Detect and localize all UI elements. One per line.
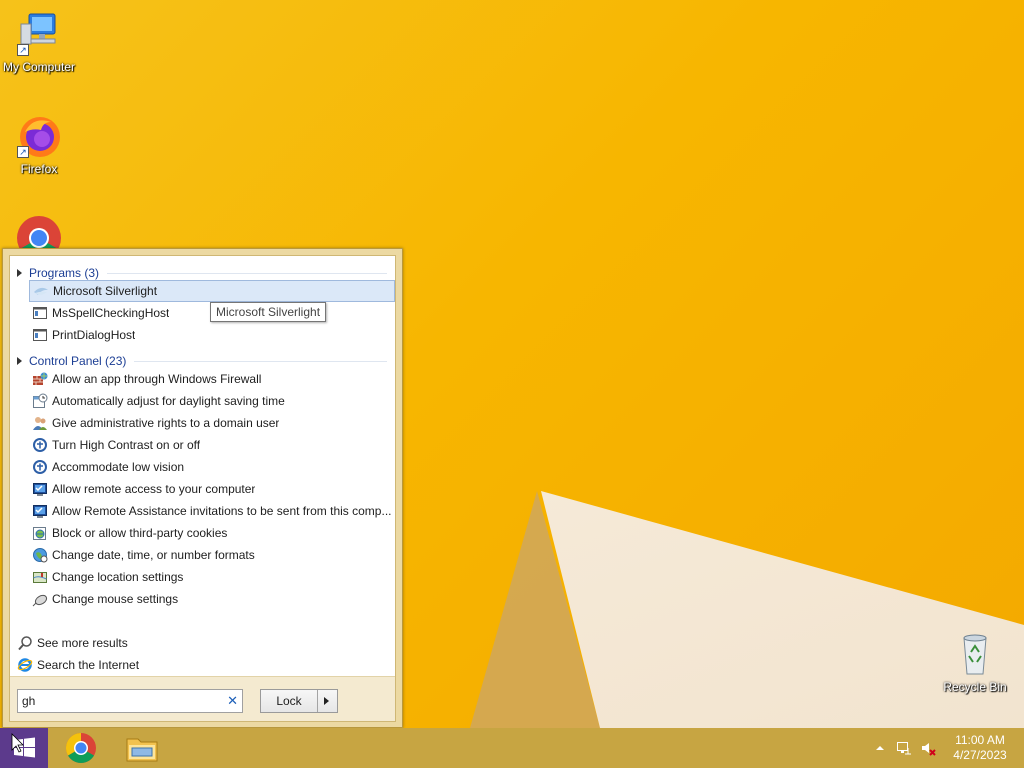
magnifier-icon xyxy=(17,635,33,651)
control-panel-item-admin-rights[interactable]: Give administrative rights to a domain u… xyxy=(29,412,395,434)
system-shield-icon xyxy=(32,503,48,519)
file-explorer-icon xyxy=(126,738,158,762)
silverlight-icon xyxy=(33,283,49,299)
ease-of-access-icon xyxy=(32,437,48,453)
control-panel-item-location-settings[interactable]: Change location settings xyxy=(29,566,395,588)
region-icon xyxy=(32,547,48,563)
internet-explorer-icon xyxy=(17,657,33,673)
control-panel-item-label: Change location settings xyxy=(52,570,184,584)
users-icon xyxy=(32,415,48,431)
control-panel-item-firewall[interactable]: Allow an app through Windows Firewall xyxy=(29,368,395,390)
location-icon xyxy=(32,569,48,585)
clock-time: 11:00 AM xyxy=(955,733,1005,747)
program-item-label: PrintDialogHost xyxy=(52,328,136,342)
control-panel-item-label: Give administrative rights to a domain u… xyxy=(52,416,280,430)
control-panel-item-label: Change mouse settings xyxy=(52,592,179,606)
search-input-value: gh xyxy=(22,694,36,708)
control-panel-item-label: Accommodate low vision xyxy=(52,460,185,474)
computer-icon: ↗ xyxy=(15,10,63,58)
control-panel-item-third-party-cookies[interactable]: Block or allow third-party cookies xyxy=(29,522,395,544)
tooltip: Microsoft Silverlight xyxy=(210,302,327,322)
volume-muted-icon[interactable] xyxy=(920,740,936,756)
system-tray: 11:00 AM 4/27/2023 xyxy=(872,728,1024,768)
firewall-icon xyxy=(32,371,48,387)
app-window-icon xyxy=(32,327,48,343)
desktop-icon-label: My Computer xyxy=(2,60,76,74)
search-input[interactable]: gh ✕ xyxy=(17,689,243,713)
section-divider xyxy=(107,272,387,274)
expand-triangle-icon xyxy=(17,357,22,365)
program-item-printdialoghost[interactable]: PrintDialogHost xyxy=(29,324,395,346)
program-item-label: MsSpellCheckingHost xyxy=(52,306,170,320)
control-panel-item-date-time-formats[interactable]: Change date, time, or number formats xyxy=(29,544,395,566)
control-panel-item-daylight-saving[interactable]: Automatically adjust for daylight saving… xyxy=(29,390,395,412)
app-window-icon xyxy=(32,305,48,321)
network-icon[interactable] xyxy=(896,740,912,756)
program-item-label: Microsoft Silverlight xyxy=(53,284,158,298)
power-options-arrow-icon[interactable] xyxy=(324,697,329,705)
start-button[interactable] xyxy=(0,728,48,768)
start-menu-results-pane: Programs (3) Microsoft Silverlight MsSpe… xyxy=(9,255,396,722)
recycle-bin-icon xyxy=(951,630,999,678)
taskbar-file-explorer-button[interactable] xyxy=(122,732,162,764)
control-panel-item-remote-assistance[interactable]: Allow Remote Assistance invitations to b… xyxy=(29,500,395,522)
see-more-results-link[interactable]: See more results xyxy=(17,633,128,653)
start-menu-footer: gh ✕ Lock xyxy=(10,676,395,721)
control-panel-item-low-vision[interactable]: Accommodate low vision xyxy=(29,456,395,478)
desktop-icon-label: Firefox xyxy=(20,162,58,176)
control-panel-item-mouse-settings[interactable]: Change mouse settings xyxy=(29,588,395,610)
internet-options-icon xyxy=(32,525,48,541)
taskbar: 11:00 AM 4/27/2023 xyxy=(0,728,1024,768)
taskbar-chrome-button[interactable] xyxy=(61,732,101,764)
lock-button[interactable]: Lock xyxy=(260,689,338,713)
mouse-icon xyxy=(32,591,48,607)
calendar-clock-icon xyxy=(32,393,48,409)
section-divider xyxy=(134,360,387,362)
control-panel-item-remote-access[interactable]: Allow remote access to your computer xyxy=(29,478,395,500)
system-shield-icon xyxy=(32,481,48,497)
control-panel-header-label: Control Panel (23) xyxy=(29,354,127,368)
desktop-icon-firefox[interactable]: ↗ Firefox xyxy=(0,112,78,176)
desktop-icon-recycle-bin[interactable]: Recycle Bin xyxy=(936,630,1014,694)
lock-button-divider xyxy=(317,690,318,712)
programs-header-label: Programs (3) xyxy=(29,266,100,280)
taskbar-clock[interactable]: 11:00 AM 4/27/2023 xyxy=(944,733,1016,763)
control-panel-item-high-contrast[interactable]: Turn High Contrast on or off xyxy=(29,434,395,456)
control-panel-item-label: Block or allow third-party cookies xyxy=(52,526,228,540)
see-more-results-label: See more results xyxy=(37,636,128,650)
control-panel-item-label: Turn High Contrast on or off xyxy=(52,438,201,452)
search-the-internet-label: Search the Internet xyxy=(37,658,140,672)
desktop-icon-my-computer[interactable]: ↗ My Computer xyxy=(0,10,78,74)
control-panel-item-label: Allow Remote Assistance invitations to b… xyxy=(52,504,392,518)
desktop-icon-label: Recycle Bin xyxy=(943,680,1007,694)
start-menu: Programs (3) Microsoft Silverlight MsSpe… xyxy=(2,248,403,728)
control-panel-item-label: Change date, time, or number formats xyxy=(52,548,255,562)
control-panel-item-label: Automatically adjust for daylight saving… xyxy=(52,394,285,408)
control-panel-item-label: Allow remote access to your computer xyxy=(52,482,256,496)
program-item-microsoft-silverlight[interactable]: Microsoft Silverlight xyxy=(29,280,395,302)
clear-search-icon[interactable]: ✕ xyxy=(227,690,238,712)
ease-of-access-icon xyxy=(32,459,48,475)
clock-date: 4/27/2023 xyxy=(953,748,1007,762)
search-the-internet-link[interactable]: Search the Internet xyxy=(17,655,139,675)
lock-button-label: Lock xyxy=(276,694,302,708)
windows-logo-icon xyxy=(11,733,35,758)
chrome-icon xyxy=(65,733,96,764)
show-hidden-icons-icon[interactable] xyxy=(872,740,888,756)
expand-triangle-icon xyxy=(17,269,22,277)
control-panel-item-label: Allow an app through Windows Firewall xyxy=(52,372,262,386)
firefox-icon: ↗ xyxy=(15,112,63,160)
